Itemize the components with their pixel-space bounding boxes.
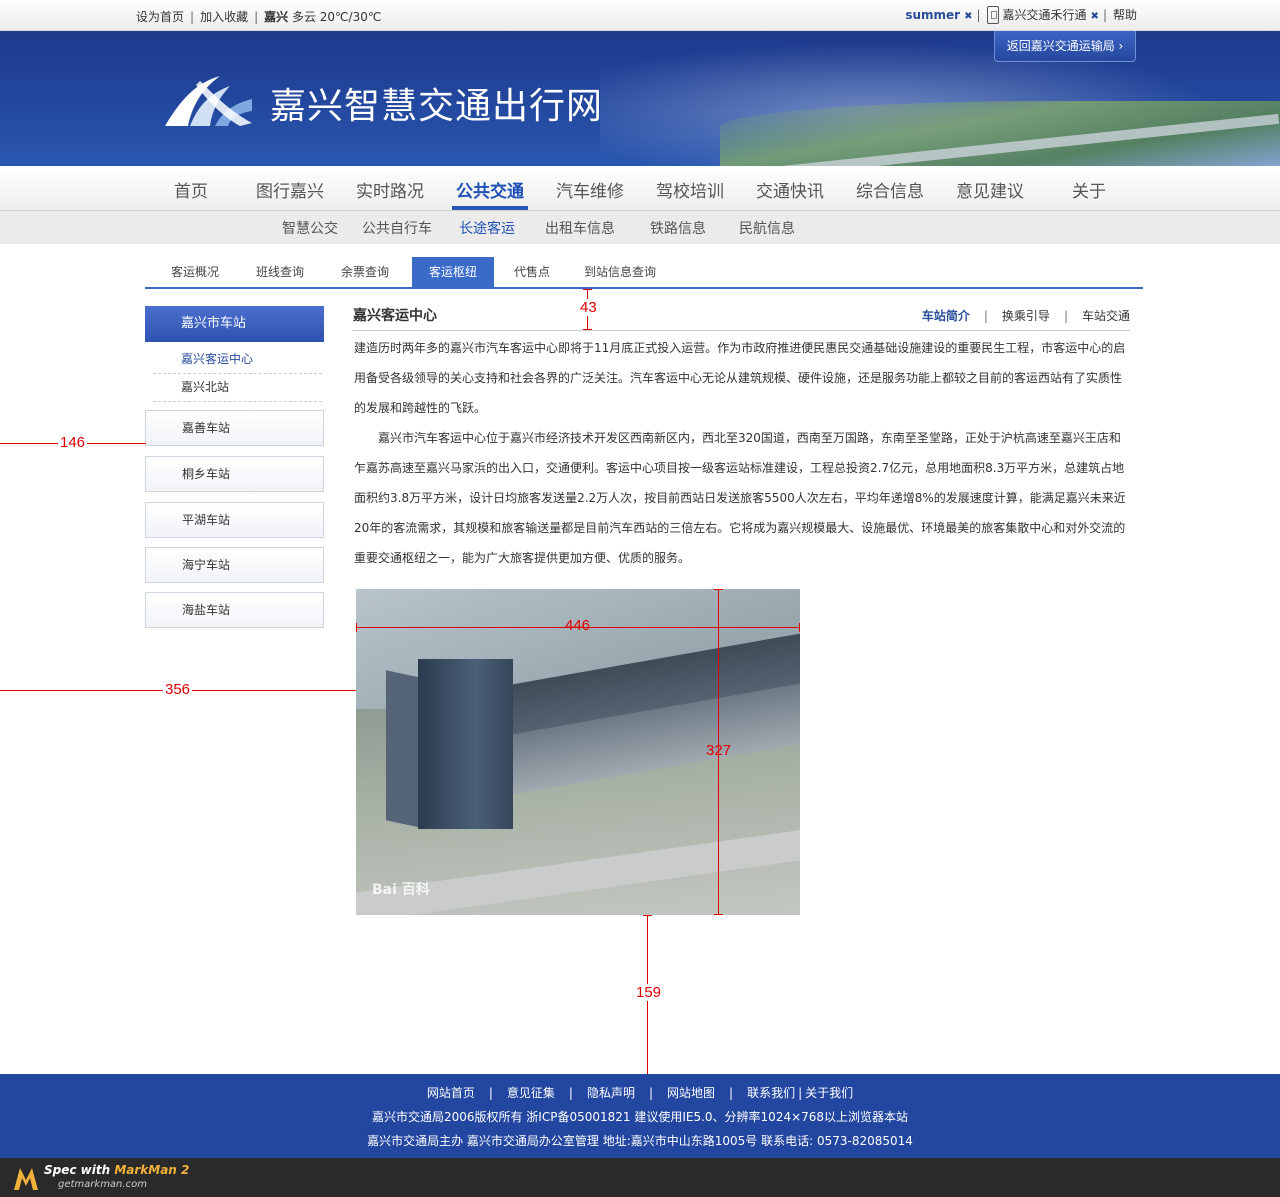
weather-text: 多云 20℃/30℃ <box>291 10 382 24</box>
top-bar-right: summer ✖ | 嘉兴交通禾行通 ✖ | 帮助 <box>905 6 1137 24</box>
tab-bar: 客运概况 班线查询 余票查询 客运枢纽 代售点 到站信息查询 <box>145 257 1143 289</box>
back-to-bureau-button[interactable]: 返回嘉兴交通运输局 › <box>994 31 1136 62</box>
help-link[interactable]: 帮助 <box>1113 8 1137 22</box>
sidebar-item-tongxiang[interactable]: 桐乡车站 <box>145 456 324 492</box>
add-favorite-link[interactable]: 加入收藏 <box>200 8 248 25</box>
nav-news[interactable]: 交通快讯 <box>756 177 824 202</box>
subnav-public-bike[interactable]: 公共自行车 <box>362 218 432 238</box>
annotation-label: 43 <box>578 299 599 316</box>
annotation-label: 446 <box>565 617 591 634</box>
footer-contact: 嘉兴市交通局主办 嘉兴市交通局办公室管理 地址:嘉兴市中山东路1005号 联系电… <box>367 1134 913 1148</box>
tab-arrival-query[interactable]: 到站信息查询 <box>567 257 673 287</box>
content-links: 车站简介 | 换乘引导 | 车站交通 <box>921 309 1130 323</box>
photo-tower <box>418 659 513 829</box>
user-name[interactable]: summer <box>905 8 960 22</box>
phone-icon <box>986 6 999 24</box>
footer-link[interactable]: 网站首页 <box>427 1086 475 1100</box>
annotation-label: 159 <box>634 984 664 1001</box>
sidebar-sub-item[interactable]: 嘉兴北站 <box>153 372 322 402</box>
sidebar-item-haining[interactable]: 海宁车站 <box>145 547 324 583</box>
link-transfer-guide[interactable]: 换乘引导 <box>1002 309 1050 323</box>
sub-nav: 智慧公交 公共自行车 长途客运 出租车信息 铁路信息 民航信息 <box>0 211 1280 244</box>
tab-overview[interactable]: 客运概况 <box>154 257 236 287</box>
user-dropdown-icon[interactable]: ✖ <box>964 11 972 22</box>
sidebar-item-pinghu[interactable]: 平湖车站 <box>145 502 324 538</box>
nav-public-transit[interactable]: 公共交通 <box>456 177 524 202</box>
tab-agents[interactable]: 代售点 <box>497 257 567 287</box>
markman-url: getmarkman.com <box>58 1179 147 1190</box>
tab-ticket-query[interactable]: 余票查询 <box>324 257 406 287</box>
top-bar-left: 设为首页 | 加入收藏 | 嘉兴 多云 20℃/30℃ <box>136 8 382 25</box>
nav-about[interactable]: 关于 <box>1072 177 1106 202</box>
subnav-railway[interactable]: 铁路信息 <box>650 218 706 238</box>
footer-links: 网站首页 | 意见征集 | 隐私声明 | 网站地图 | 联系我们 | 关于我们 <box>426 1086 854 1100</box>
sidebar-item-jiashan[interactable]: 嘉善车站 <box>145 410 324 446</box>
markman-bar: Spec with MarkMan 2 getmarkman.com <box>0 1158 1280 1197</box>
station-photo: Bai 百科 <box>356 589 800 915</box>
subnav-long-distance[interactable]: 长途客运 <box>459 218 515 238</box>
sidebar-sub-item[interactable]: 嘉兴客运中心 <box>153 344 322 374</box>
nav-driving-school[interactable]: 驾校培训 <box>656 177 724 202</box>
nav-feedback[interactable]: 意见建议 <box>956 177 1024 202</box>
footer-link[interactable]: 隐私声明 <box>587 1086 635 1100</box>
nav-home[interactable]: 首页 <box>174 177 208 202</box>
sidebar-item-haiyan[interactable]: 海盐车站 <box>145 592 324 628</box>
app-dropdown-icon[interactable]: ✖ <box>1091 11 1099 22</box>
subnav-aviation[interactable]: 民航信息 <box>739 218 795 238</box>
annotation-label: 356 <box>163 681 193 698</box>
footer-link[interactable]: 关于我们 <box>805 1086 853 1100</box>
banner-landscape <box>720 101 1280 166</box>
content-paragraph: 建造历时两年多的嘉兴市汽车客运中心即将于11月底正式投入运营。作为市政府推进便民… <box>354 341 1126 415</box>
main-nav: 首页 图行嘉兴 实时路况 公共交通 汽车维修 驾校培训 交通快讯 综合信息 意见… <box>0 166 1280 211</box>
annotation-label: 327 <box>706 742 732 759</box>
top-bar: 设为首页 | 加入收藏 | 嘉兴 多云 20℃/30℃ summer ✖ | 嘉兴交通禾行通 ✖… <box>0 0 1280 31</box>
photo-watermark: Bai 百科 <box>372 882 430 898</box>
content-header: 嘉兴客运中心 车站简介 | 换乘引导 | 车站交通 <box>352 300 1130 331</box>
tab-hub[interactable]: 客运枢纽 <box>412 257 495 287</box>
content-paragraph: 嘉兴市汽车客运中心位于嘉兴市经济技术开发区西南新区内，西北至320国道，西南至万… <box>354 431 1126 565</box>
footer: 网站首页 | 意见征集 | 隐私声明 | 网站地图 | 联系我们 | 关于我们 嘉兴市交通局2006… <box>0 1074 1280 1158</box>
nav-traffic[interactable]: 实时路况 <box>356 177 424 202</box>
nav-info[interactable]: 综合信息 <box>856 177 924 202</box>
app-link[interactable]: 嘉兴交通禾行通 <box>1003 8 1087 22</box>
sidebar-head[interactable]: 嘉兴市车站 <box>145 306 324 342</box>
banner: 嘉兴智慧交通出行网 返回嘉兴交通运输局 › <box>0 31 1280 166</box>
nav-car-repair[interactable]: 汽车维修 <box>556 177 624 202</box>
link-station-intro[interactable]: 车站简介 <box>922 309 970 323</box>
city-name: 嘉兴 <box>264 10 289 24</box>
nav-map[interactable]: 图行嘉兴 <box>256 177 324 202</box>
markman-logo-icon <box>14 1168 38 1190</box>
link-station-traffic[interactable]: 车站交通 <box>1082 309 1130 323</box>
footer-copyright: 嘉兴市交通局2006版权所有 浙ICP备05001821 建议使用IE5.0、分… <box>371 1110 909 1124</box>
footer-link[interactable]: 联系我们 <box>747 1086 795 1100</box>
annotation-label: 146 <box>58 434 88 451</box>
subnav-taxi[interactable]: 出租车信息 <box>545 218 615 238</box>
footer-link[interactable]: 意见征集 <box>507 1086 555 1100</box>
footer-link[interactable]: 网站地图 <box>667 1086 715 1100</box>
tab-route-query[interactable]: 班线查询 <box>239 257 321 287</box>
subnav-smart-bus[interactable]: 智慧公交 <box>282 218 338 238</box>
set-home-link[interactable]: 设为首页 <box>136 8 184 25</box>
content-title: 嘉兴客运中心 <box>353 308 437 324</box>
site-logo <box>165 76 252 126</box>
markman-text: Spec with MarkMan 2 <box>44 1163 190 1177</box>
site-title: 嘉兴智慧交通出行网 <box>270 86 604 127</box>
nav-active-underline <box>452 206 528 210</box>
